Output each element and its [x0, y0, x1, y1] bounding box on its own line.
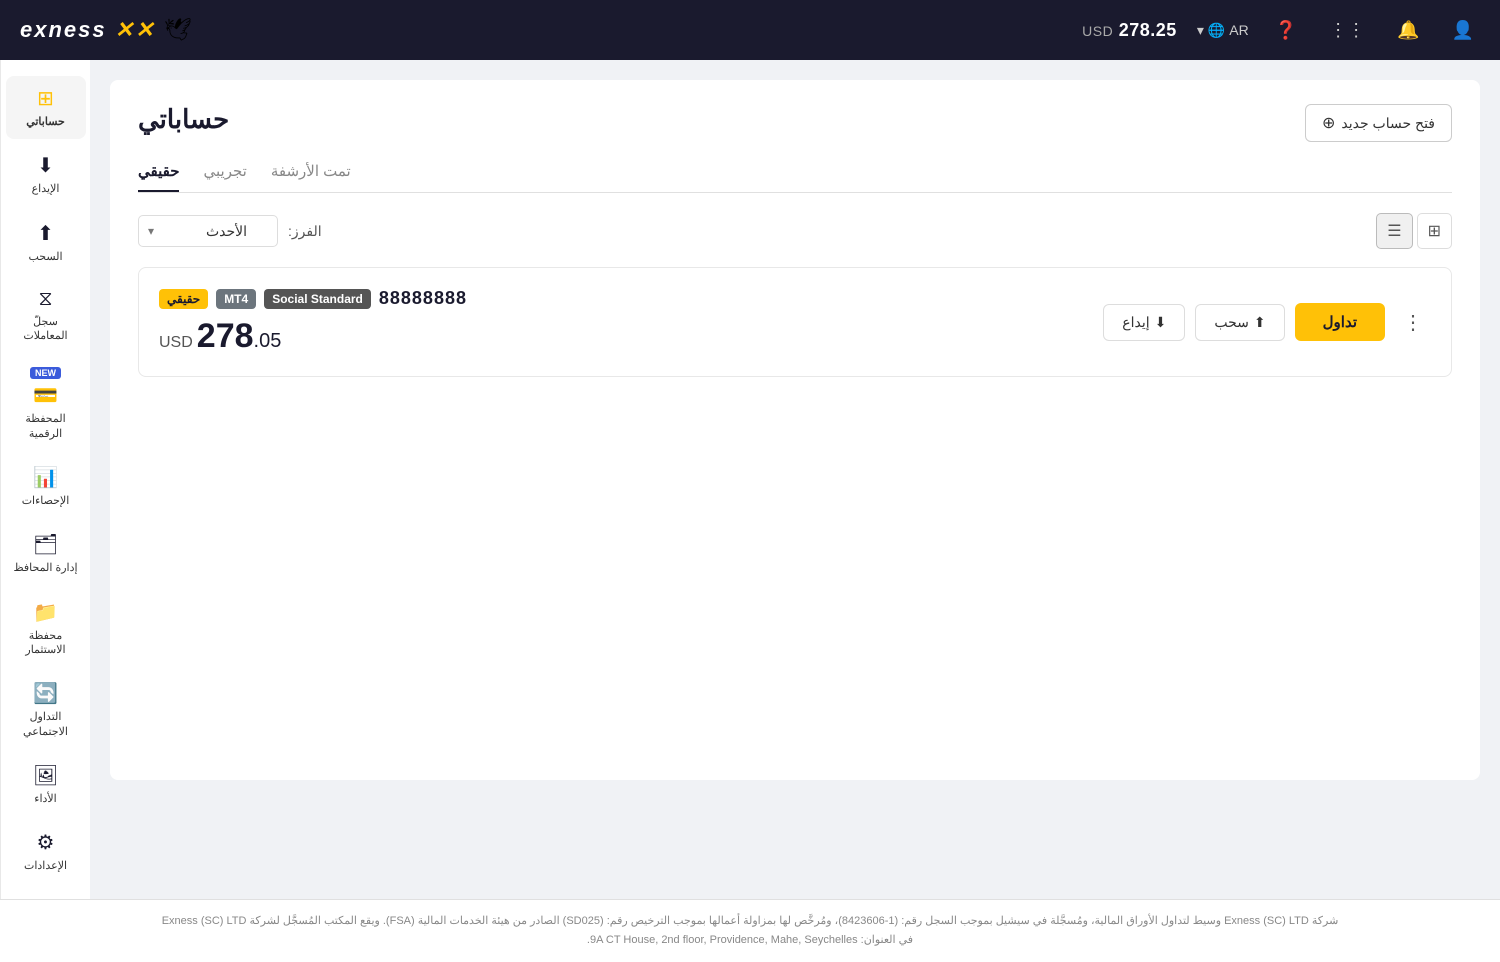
digital-wallet-icon: 💳 — [33, 383, 58, 408]
balance-decimal: .25 — [1150, 20, 1177, 40]
main-layout: فتح حساب جديد ⊕ حساباتي تمت الأرشفة تجري… — [0, 60, 1500, 899]
tab-real[interactable]: حقيقي — [138, 162, 179, 192]
badge-social-standard: Social Standard — [264, 289, 371, 309]
sidebar-item-investment[interactable]: 📁 محفظة الاستثمار — [6, 590, 86, 668]
sidebar-label-digital-wallet: المحفظة الرقمية — [12, 412, 80, 441]
content-area: فتح حساب جديد ⊕ حساباتي تمت الأرشفة تجري… — [90, 60, 1500, 899]
balance-display: USD 278.25 — [1082, 20, 1177, 41]
deposit-button[interactable]: ⬇ إيداع — [1103, 304, 1185, 341]
sidebar-label-transactions: سجلّ المعاملات — [12, 315, 80, 344]
settings-icon: ⚙ — [37, 830, 55, 855]
profile-icon[interactable]: 👤 — [1446, 14, 1480, 47]
sidebar-item-deposit[interactable]: ⬇ الإيداع — [6, 143, 86, 206]
withdraw-icon: ⬆ — [37, 221, 54, 246]
balance-amount: 278 — [1119, 20, 1151, 40]
tab-demo[interactable]: تجريبي — [203, 162, 246, 192]
sidebar-label-social-trading: التداول الاجتماعي — [12, 710, 80, 739]
grid-view-button[interactable]: ⊞ — [1417, 213, 1452, 249]
tab-archived[interactable]: تمت الأرشفة — [271, 162, 351, 192]
sidebar-item-performance[interactable]: 🖼 الأداء — [6, 753, 86, 816]
sort-select[interactable]: الأحدث الأقدم الرصيد — [138, 215, 278, 247]
portfolios-icon: 🗂 — [33, 532, 58, 557]
topnav: 👤 🔔 ⋮⋮ ❓ AR 🌐 ▾ USD 278.25 🕊 ✕✕ exness — [0, 0, 1500, 60]
sidebar-item-digital-wallet[interactable]: NEW 💳 المحفظة الرقمية — [6, 357, 86, 451]
sidebar-item-social-trading[interactable]: 🔄 التداول الاجتماعي — [6, 671, 86, 749]
more-options-icon[interactable]: ⋮ — [1395, 306, 1431, 339]
sidebar-item-portfolios[interactable]: 🗂 إدارة المحافظ — [6, 522, 86, 585]
account-card: ⋮ تداول ⬆ سحب ⬇ إيداع 88888888 Social St… — [138, 267, 1452, 377]
balance-decimal-part: .05 — [254, 330, 282, 352]
sort-select-wrapper: الأحدث الأقدم الرصيد — [138, 215, 278, 247]
deposit-icon: ⬇ — [1155, 314, 1167, 331]
badge-real: حقيقي — [159, 289, 208, 309]
new-badge: NEW — [30, 367, 61, 379]
open-account-button[interactable]: فتح حساب جديد ⊕ — [1305, 104, 1452, 142]
main-card: فتح حساب جديد ⊕ حساباتي تمت الأرشفة تجري… — [110, 80, 1480, 780]
open-account-label: فتح حساب جديد — [1341, 115, 1435, 132]
filter-right: الفرز: الأحدث الأقدم الرصيد — [138, 215, 322, 247]
account-tags: 88888888 Social Standard MT4 حقيقي — [159, 288, 467, 309]
account-info: 88888888 Social Standard MT4 حقيقي USD27… — [159, 288, 467, 356]
badge-mt4: MT4 — [216, 289, 256, 309]
lang-selector[interactable]: AR 🌐 ▾ — [1197, 22, 1249, 39]
withdraw-icon: ⬆ — [1254, 314, 1266, 331]
account-number: 88888888 — [379, 288, 467, 309]
sidebar-label-settings: الإعدادات — [24, 859, 67, 873]
investment-icon: 📁 — [33, 600, 58, 625]
logo-text: ✕✕ exness — [20, 17, 156, 43]
topnav-left: 👤 🔔 ⋮⋮ ❓ AR 🌐 ▾ USD 278.25 — [1082, 14, 1480, 47]
grid-icon[interactable]: ⋮⋮ — [1323, 14, 1371, 47]
trade-button[interactable]: تداول — [1295, 303, 1385, 341]
footer-text1: شركة Exness (SC) LTD وسيط لتداول الأوراق… — [20, 912, 1480, 931]
sidebar-item-accounts[interactable]: ⊞ حساباتي — [6, 76, 86, 139]
bell-icon[interactable]: 🔔 — [1391, 14, 1425, 47]
plus-icon: ⊕ — [1322, 113, 1335, 133]
accounts-icon: ⊞ — [37, 86, 54, 111]
sidebar-item-settings[interactable]: ⚙ الإعدادات — [6, 820, 86, 883]
account-balance: USD278.05 — [159, 317, 281, 356]
sidebar: ⊞ حساباتي ⬇ الإيداع ⬆ السحب ⧖ سجلّ المعا… — [0, 60, 90, 899]
sidebar-label-performance: الأداء — [34, 792, 56, 806]
sidebar-item-stats[interactable]: 📊 الإحصاءات — [6, 455, 86, 518]
balance-currency: USD — [159, 334, 193, 351]
balance-whole: 278 — [197, 317, 254, 355]
logo-area: 🕊 ✕✕ exness — [20, 17, 192, 43]
social-trading-icon: 🔄 — [33, 681, 58, 706]
sidebar-item-transactions[interactable]: ⧖ سجلّ المعاملات — [6, 278, 86, 354]
filter-label: الفرز: — [288, 223, 322, 240]
help-icon[interactable]: ❓ — [1269, 14, 1303, 47]
globe-icon: 🌐 — [1208, 22, 1225, 39]
performance-icon: 🖼 — [33, 763, 58, 788]
tabs-row: تمت الأرشفة تجريبي حقيقي — [138, 162, 1452, 193]
lang-chevron: ▾ — [1197, 22, 1204, 39]
filter-row: ⊞ ☰ الفرز: الأحدث الأقدم الرصيد — [138, 213, 1452, 249]
withdraw-button[interactable]: ⬆ سحب — [1195, 304, 1284, 341]
sidebar-label-deposit: الإيداع — [32, 182, 60, 196]
logo-bird-icon: 🕊 — [164, 17, 192, 43]
lang-code: AR — [1229, 22, 1248, 38]
account-actions: ⋮ تداول ⬆ سحب ⬇ إيداع — [1103, 303, 1431, 341]
footer: شركة Exness (SC) LTD وسيط لتداول الأوراق… — [0, 899, 1500, 961]
sidebar-item-withdraw[interactable]: ⬆ السحب — [6, 211, 86, 274]
sidebar-label-investment: محفظة الاستثمار — [12, 629, 80, 658]
sidebar-label-withdraw: السحب — [28, 250, 62, 264]
deposit-icon: ⬇ — [37, 153, 54, 178]
deposit-label: إيداع — [1122, 314, 1149, 331]
sidebar-label-portfolios: إدارة المحافظ — [13, 561, 77, 575]
sidebar-label-stats: الإحصاءات — [22, 494, 70, 508]
page-title: حساباتي — [138, 104, 229, 135]
footer-text2: في العنوان: 9A CT House, 2nd floor, Prov… — [20, 931, 1480, 950]
view-toggles: ⊞ ☰ — [1376, 213, 1452, 249]
stats-icon: 📊 — [33, 465, 58, 490]
withdraw-label: سحب — [1214, 314, 1249, 331]
sidebar-label-accounts: حساباتي — [26, 115, 65, 129]
list-view-button[interactable]: ☰ — [1376, 213, 1412, 249]
page-header: فتح حساب جديد ⊕ حساباتي — [138, 104, 1452, 142]
transactions-icon: ⧖ — [38, 288, 52, 311]
